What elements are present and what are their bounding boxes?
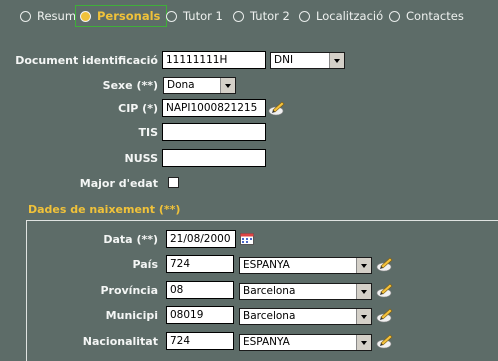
tab-personals[interactable]: Personals xyxy=(75,5,168,27)
tab-tutor-1[interactable]: Tutor 1 xyxy=(166,5,223,27)
cip-label: CIP (*) xyxy=(118,102,158,115)
radio-icon xyxy=(299,10,310,22)
calendar-icon[interactable] xyxy=(240,232,254,245)
pencil-icon[interactable] xyxy=(376,282,394,298)
sex-select[interactable]: Dona xyxy=(163,77,236,94)
document-id-input[interactable]: 11111111H xyxy=(162,51,266,69)
pencil-icon[interactable] xyxy=(376,307,394,323)
tab-contactes[interactable]: Contactes xyxy=(389,5,464,27)
pencil-icon[interactable] xyxy=(376,333,394,349)
municipality-select[interactable]: Barcelona xyxy=(239,308,372,325)
tab-resum[interactable]: Resum xyxy=(20,5,76,27)
nuss-label: NUSS xyxy=(124,152,159,165)
birth-section-title: Dades de naixement (**) xyxy=(28,203,181,216)
tis-input[interactable] xyxy=(162,123,266,141)
chevron-down-icon[interactable] xyxy=(329,53,344,68)
nationality-value: ESPANYA xyxy=(243,336,290,348)
document-id-label: Document identificació xyxy=(15,54,158,67)
chevron-down-icon[interactable] xyxy=(356,309,371,324)
pencil-icon[interactable] xyxy=(268,100,286,116)
tab-label: Tutor 2 xyxy=(250,9,290,23)
municipality-value: Barcelona xyxy=(243,310,296,322)
cip-input[interactable]: NAPI1000821215 xyxy=(162,99,266,117)
country-code-input[interactable]: 724 xyxy=(166,255,234,273)
nuss-input[interactable] xyxy=(162,149,266,167)
province-code-input[interactable]: 08 xyxy=(166,281,234,299)
tis-label: TIS xyxy=(138,126,158,139)
tab-localitzacio[interactable]: Localització xyxy=(299,5,383,27)
country-label: País xyxy=(132,258,158,271)
tab-label: Tutor 1 xyxy=(183,9,223,23)
document-type-value: DNI xyxy=(274,54,294,66)
radio-icon xyxy=(166,10,177,22)
radio-icon xyxy=(233,10,244,22)
sex-label: Sexe (**) xyxy=(102,79,158,92)
radio-selected-icon xyxy=(80,10,91,22)
adult-label: Major d'edat xyxy=(79,177,158,190)
tab-tutor-2[interactable]: Tutor 2 xyxy=(233,5,290,27)
sex-value: Dona xyxy=(167,79,195,91)
nationality-code-input[interactable]: 724 xyxy=(166,332,234,350)
tab-label: Localització xyxy=(316,9,384,23)
birth-date-input[interactable]: 21/08/2000 xyxy=(166,230,236,248)
country-select[interactable]: ESPANYA xyxy=(239,257,372,274)
chevron-down-icon[interactable] xyxy=(220,78,235,93)
province-select[interactable]: Barcelona xyxy=(239,283,372,300)
pencil-icon[interactable] xyxy=(376,256,394,272)
tab-bar: Resum Personals Tutor 1 Tutor 2 Localitz… xyxy=(0,0,498,32)
nationality-label: Nacionalitat xyxy=(82,335,158,348)
nationality-select[interactable]: ESPANYA xyxy=(239,334,372,351)
radio-icon xyxy=(389,10,400,22)
tab-label: Resum xyxy=(37,9,77,23)
province-label: Província xyxy=(100,284,158,297)
chevron-down-icon[interactable] xyxy=(356,335,371,350)
country-value: ESPANYA xyxy=(243,259,290,271)
adult-checkbox[interactable] xyxy=(168,177,179,188)
municipality-code-input[interactable]: 08019 xyxy=(166,306,234,324)
tab-label: Personals xyxy=(97,9,161,23)
municipality-label: Municipi xyxy=(105,309,158,322)
document-type-select[interactable]: DNI xyxy=(270,52,345,69)
province-value: Barcelona xyxy=(243,285,296,297)
birth-date-label: Data (**) xyxy=(103,233,158,246)
tab-label: Contactes xyxy=(406,9,464,23)
chevron-down-icon[interactable] xyxy=(356,258,371,273)
chevron-down-icon[interactable] xyxy=(356,284,371,299)
radio-icon xyxy=(20,10,31,22)
